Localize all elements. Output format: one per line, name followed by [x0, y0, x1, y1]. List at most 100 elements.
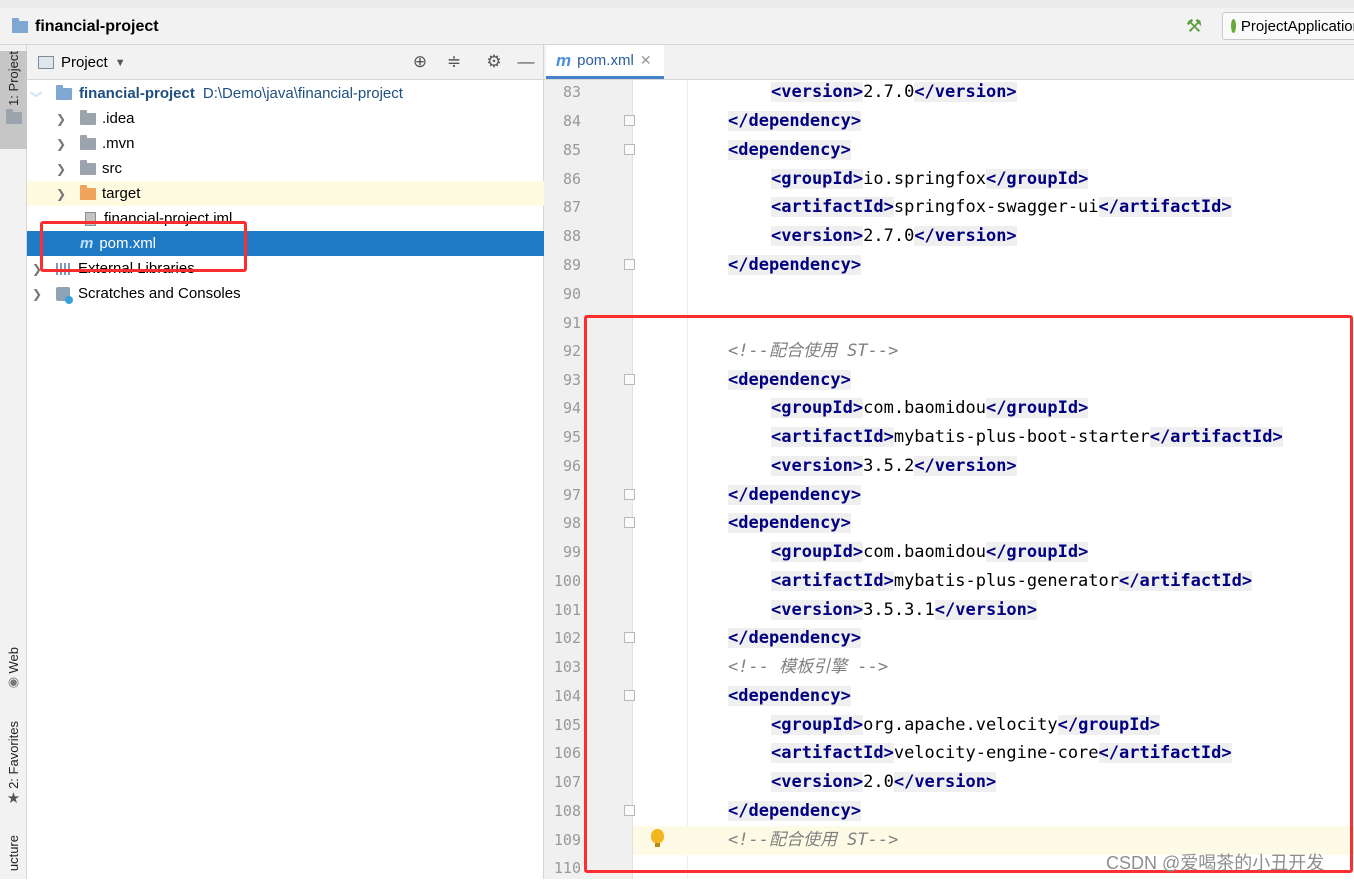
line-number: 108	[553, 802, 581, 820]
project-folder-icon	[12, 18, 28, 33]
gear-icon[interactable]: ⚙	[483, 51, 505, 73]
structure-tool-tab-label: ucture	[6, 835, 21, 872]
line-number: 88	[562, 227, 581, 245]
tree-item-path: D:\Demo\java\financial-project	[202, 85, 403, 102]
project-breadcrumb[interactable]: financial-project	[12, 16, 159, 38]
project-view-icon	[38, 56, 54, 69]
hide-panel-icon[interactable]: —	[515, 51, 537, 73]
chevron-right-icon[interactable]: ❯	[30, 287, 44, 301]
line-number: 100	[553, 572, 581, 590]
line-number: 93	[562, 371, 581, 389]
code-line-84: </dependency>	[728, 111, 862, 131]
folder-icon	[80, 109, 96, 125]
maven-icon: m	[556, 50, 572, 70]
chevron-right-icon[interactable]: ❯	[54, 187, 68, 201]
window-strip	[0, 0, 1354, 8]
project-tool-tab[interactable]: 1: Project	[0, 51, 27, 149]
code-line-88: <version>2.7.0</version>	[771, 226, 1017, 246]
web-tool-tab[interactable]: Web ◉	[0, 647, 27, 703]
chevron-right-icon[interactable]: ❯	[54, 137, 68, 151]
tree-item-label: target	[102, 185, 141, 202]
line-number: 101	[553, 601, 581, 619]
code-line-86: <groupId>io.springfox</groupId>	[771, 169, 1089, 189]
line-number: 109	[553, 831, 581, 849]
line-number: 92	[562, 342, 581, 360]
line-number: 95	[562, 428, 581, 446]
tree-item-mvn[interactable]: ❯ .mvn	[27, 131, 570, 156]
excluded-folder-icon	[80, 184, 96, 200]
line-number: 84	[562, 112, 581, 130]
tree-item-label: .idea	[102, 110, 135, 127]
project-tool-tab-label: 1: Project	[6, 51, 21, 106]
tree-item-src[interactable]: ❯ src	[27, 156, 570, 181]
globe-icon: ◉	[7, 673, 20, 689]
line-number: 98	[562, 514, 581, 532]
project-panel-title: Project	[61, 54, 108, 71]
build-hammer-icon[interactable]: ⚒	[1186, 16, 1202, 37]
editor-tab-bar: m pom.xml ✕	[544, 45, 1354, 80]
code-line-83: <version>2.7.0</version>	[771, 82, 1017, 102]
run-configuration-label: ProjectApplication	[1240, 17, 1354, 35]
line-number: 103	[553, 658, 581, 676]
tree-item-label: .mvn	[102, 135, 135, 152]
fold-marker[interactable]	[624, 259, 635, 270]
line-number: 87	[562, 198, 581, 216]
line-number: 102	[553, 629, 581, 647]
title-bar: financial-project ⚒ ProjectApplication	[0, 0, 1354, 45]
star-icon: ★	[6, 789, 21, 807]
project-view-selector[interactable]: Project ▼	[38, 54, 126, 71]
line-number: 86	[562, 170, 581, 188]
collapse-all-icon[interactable]: ≑	[443, 51, 465, 73]
tree-item-label: financial-project	[79, 85, 195, 102]
tab-label: pom.xml	[577, 52, 634, 69]
run-configuration-selector[interactable]: ProjectApplication	[1222, 12, 1354, 40]
fold-marker[interactable]	[624, 115, 635, 126]
spring-boot-icon	[1231, 19, 1236, 33]
expand-arrow-icon[interactable]: ❯	[30, 87, 44, 101]
tree-item-idea[interactable]: ❯ .idea	[27, 106, 570, 131]
code-line-87: <artifactId>springfox-swagger-ui</artifa…	[771, 197, 1232, 217]
line-number: 90	[562, 285, 581, 303]
tree-item-root[interactable]: ❯ financial-project D:\Demo\java\financi…	[27, 81, 546, 106]
line-number: 105	[553, 716, 581, 734]
chevron-right-icon[interactable]: ❯	[54, 162, 68, 176]
code-line-89: </dependency>	[728, 255, 862, 275]
scratches-icon	[56, 286, 73, 304]
chevron-down-icon: ▼	[114, 56, 126, 69]
project-title: financial-project	[35, 18, 159, 35]
locate-icon[interactable]: ⊕	[409, 51, 431, 73]
line-number: 104	[553, 687, 581, 705]
line-number: 85	[562, 141, 581, 159]
project-panel-header: Project ▼ ⊕ ≑ ⚙ —	[27, 45, 543, 80]
tool-window-strip: 1: Project Web ◉ 2: Favorites ★ ucture	[0, 45, 27, 879]
code-line-85: <dependency>	[728, 140, 851, 160]
tab-pom-xml[interactable]: m pom.xml ✕	[546, 45, 664, 79]
line-number: 107	[553, 773, 581, 791]
tree-item-scratches[interactable]: ❯ Scratches and Consoles	[27, 281, 546, 306]
line-number: 91	[562, 314, 581, 332]
tree-item-target[interactable]: ❯ target	[27, 181, 570, 206]
line-number: 94	[562, 399, 581, 417]
line-number: 106	[553, 744, 581, 762]
dependencies-annotation-box	[584, 315, 1353, 873]
folder-icon	[80, 159, 96, 175]
fold-marker[interactable]	[624, 144, 635, 155]
project-tool-icon	[5, 108, 22, 124]
folder-icon	[80, 134, 96, 150]
pom-annotation-box	[40, 221, 247, 272]
favorites-tool-tab-label: 2: Favorites	[6, 721, 21, 789]
tree-item-label: src	[102, 160, 122, 177]
chevron-right-icon[interactable]: ❯	[54, 112, 68, 126]
close-icon[interactable]: ✕	[640, 52, 652, 69]
line-number: 96	[562, 457, 581, 475]
line-number: 89	[562, 256, 581, 274]
structure-tool-tab[interactable]: ucture	[0, 835, 27, 879]
project-panel: Project ▼ ⊕ ≑ ⚙ — ❯ financial-project D:…	[27, 45, 596, 879]
tree-item-label: Scratches and Consoles	[78, 285, 241, 302]
line-number: 83	[562, 83, 581, 101]
favorites-tool-tab[interactable]: 2: Favorites ★	[0, 721, 27, 817]
watermark: CSDN @爱喝茶的小丑开发	[1106, 853, 1325, 873]
line-number: 99	[562, 543, 581, 561]
web-tool-tab-label: Web	[6, 647, 21, 674]
folder-icon	[56, 84, 72, 100]
